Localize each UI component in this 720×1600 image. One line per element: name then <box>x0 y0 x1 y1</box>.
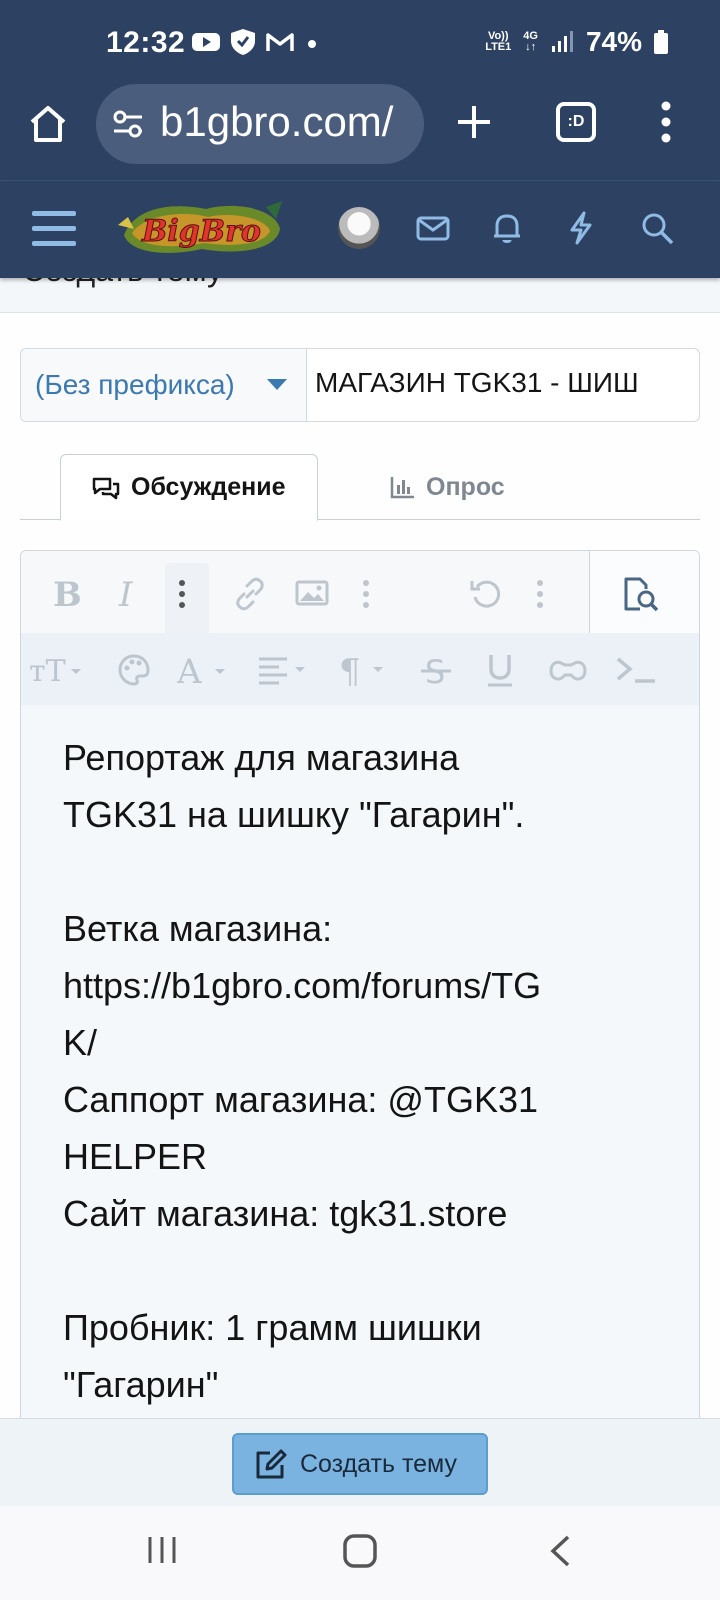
paragraph-icon[interactable]: ¶ <box>339 653 393 687</box>
tabs-icon[interactable]: :D <box>556 102 596 142</box>
editor-content-area[interactable]: Репортаж для магазина TGK31 на шишку "Га… <box>21 705 699 1419</box>
chevron-down-icon <box>267 379 287 390</box>
recents-icon[interactable] <box>146 1534 178 1566</box>
battery-icon <box>654 30 668 54</box>
more-vert-icon[interactable] <box>535 579 545 609</box>
editor-line: Пробник: 1 грамм шишки <box>63 1307 482 1348</box>
palette-icon[interactable] <box>117 653 151 687</box>
editor-line: Репортаж для магазина <box>63 737 460 778</box>
poll-chart-icon <box>390 477 414 499</box>
code-icon[interactable] <box>615 655 657 685</box>
spoiler-icon[interactable] <box>547 657 589 685</box>
form-submit-bar: Создать тему <box>0 1418 720 1506</box>
editor-line <box>63 843 663 900</box>
bold-button[interactable]: B <box>53 575 82 615</box>
status-bar: 12:32 Vo)) LTE1 4G ↓↑ 74% <box>0 0 720 86</box>
more-vert-icon[interactable] <box>660 100 672 144</box>
back-icon[interactable] <box>548 1534 572 1568</box>
editor-line: Сайт магазина: tgk31.store <box>63 1193 508 1234</box>
home-icon[interactable] <box>26 102 70 146</box>
prefix-select-value: (Без префикса) <box>35 369 235 400</box>
site-header: BigBro <box>0 180 720 278</box>
mail-icon[interactable] <box>414 209 452 247</box>
site-logo[interactable]: BigBro <box>116 195 286 261</box>
tab-discussion-label: Обсуждение <box>131 473 286 501</box>
editor-line <box>63 1242 663 1299</box>
more-vert-icon[interactable] <box>361 579 371 609</box>
title-input[interactable]: МАГАЗИН TGK31 - ШИШ <box>315 367 689 399</box>
tab-poll-label: Опрос <box>426 472 505 501</box>
net-type-indicator: 4G ↓↑ <box>523 30 538 53</box>
editor-tabs: Обсуждение Опрос <box>20 454 700 521</box>
editor-line: Ветка магазина: <box>63 908 333 949</box>
link-icon[interactable] <box>233 577 267 611</box>
browser-chrome: 12:32 Vo)) LTE1 4G ↓↑ 74% b1gbro.com/:D <box>0 0 720 180</box>
vpn-shield-icon <box>231 29 255 55</box>
editor-line: TGK31 на шишку "Гагарин". <box>63 794 525 835</box>
editor-line: https://b1gbro.com/forums/TG <box>63 965 542 1006</box>
status-notification-icons <box>192 28 320 56</box>
editor-toolbar-format: тТ A ¶ S <box>21 633 699 705</box>
align-icon[interactable] <box>257 655 313 685</box>
editor-line: Саппорт магазина: @TGK31 <box>63 1079 538 1120</box>
site-settings-icon[interactable] <box>112 110 144 138</box>
dot-icon <box>308 40 316 48</box>
editor-line: HELPER <box>63 1136 208 1177</box>
editor-toolbar-main: B I <box>21 551 699 633</box>
url-text[interactable]: b1gbro.com/ <box>160 98 408 146</box>
text-size-icon[interactable]: тТ <box>29 653 85 685</box>
hamburger-icon[interactable] <box>32 211 76 256</box>
battery-percent: 74% <box>585 26 642 57</box>
system-nav-bar <box>0 1506 720 1600</box>
address-bar[interactable]: b1gbro.com/ <box>96 84 424 164</box>
plus-icon[interactable] <box>454 102 494 142</box>
undo-icon[interactable] <box>469 577 503 611</box>
avatar[interactable] <box>338 207 380 249</box>
bolt-icon[interactable] <box>562 209 600 247</box>
underline-icon[interactable] <box>483 651 517 689</box>
volte-indicator: Vo)) LTE1 <box>485 30 512 53</box>
editor-line: "Гагарин" <box>63 1364 219 1405</box>
svg-text:BigBro: BigBro <box>141 214 261 249</box>
browser-toolbar: b1gbro.com/ :D <box>0 84 720 180</box>
preview-icon <box>624 577 659 612</box>
more-vert-icon[interactable] <box>177 579 187 609</box>
create-thread-label: Создать тему <box>300 1449 457 1478</box>
search-icon[interactable] <box>638 209 676 247</box>
font-color-icon[interactable]: A <box>177 653 233 687</box>
tab-discussion[interactable]: Обсуждение <box>60 454 318 521</box>
rich-text-editor: B I тТ A ¶ S Репортаж для магазина TGK31… <box>20 550 700 1420</box>
tab-poll[interactable]: Опрос <box>390 454 505 520</box>
chat-icon <box>92 477 120 499</box>
strikethrough-icon[interactable]: S <box>419 653 453 687</box>
edit-icon <box>256 1449 287 1479</box>
svg-text:тТ: тТ <box>29 654 66 685</box>
signal-icon <box>551 31 573 52</box>
status-time: 12:32 <box>106 26 186 59</box>
prefix-select[interactable]: (Без префикса) <box>21 349 307 421</box>
thread-title-row: (Без префикса) МАГАЗИН TGK31 - ШИШ <box>20 348 700 422</box>
home-circle-icon[interactable] <box>342 1534 378 1568</box>
svg-text:A: A <box>177 653 202 687</box>
status-system-icons: Vo)) LTE1 4G ↓↑ 74% <box>485 26 668 58</box>
image-icon[interactable] <box>295 579 329 607</box>
editor-text[interactable]: Репортаж для магазина TGK31 на шишку "Га… <box>63 729 663 1413</box>
toolbar-more-highlight <box>165 563 209 633</box>
preview-button[interactable] <box>589 551 699 633</box>
gmail-icon <box>266 33 294 51</box>
editor-line: K/ <box>63 1022 98 1063</box>
bell-icon[interactable] <box>488 209 526 247</box>
create-thread-button[interactable]: Создать тему <box>232 1433 488 1495</box>
svg-text:¶: ¶ <box>339 653 361 687</box>
italic-button[interactable]: I <box>119 575 132 615</box>
logo-graphic: BigBro <box>118 201 282 253</box>
youtube-icon <box>192 33 220 51</box>
